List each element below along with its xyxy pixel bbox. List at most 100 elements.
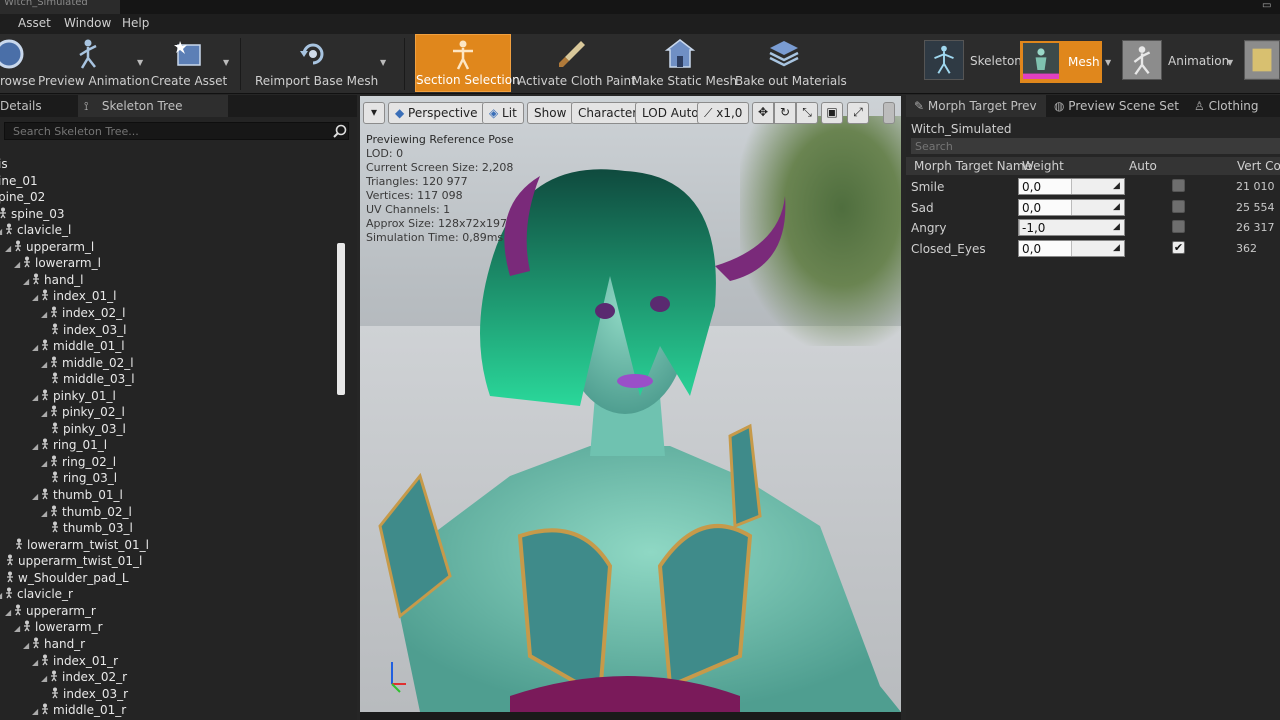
rotate-icon[interactable]: ↻ [774, 102, 796, 124]
search-icon[interactable] [333, 124, 347, 138]
morph-weight-value[interactable]: 0,0 [1022, 180, 1041, 194]
window-control-icon[interactable]: ▭ [1262, 0, 1276, 11]
tree-node[interactable]: ◢clavicle_l [0, 223, 71, 239]
resize-grip-icon[interactable]: ◢ [1113, 243, 1122, 254]
tree-node[interactable]: ◢clavicle_r [0, 587, 73, 603]
lit-button[interactable]: ◈ Lit [482, 102, 524, 124]
auto-checkbox[interactable]: ✔ [1172, 241, 1185, 255]
morph-target-row[interactable]: Sad 0,0 ◢ 25 554 [906, 198, 1280, 218]
tree-node[interactable]: thumb_03_l [50, 521, 133, 537]
character-button[interactable]: Character [571, 102, 645, 124]
playback-speed-button[interactable]: ⟋ x1,0 [697, 102, 750, 124]
activate-cloth-paint-button[interactable]: Activate Cloth Paint [518, 34, 636, 92]
expand-arrow-icon[interactable]: ◢ [41, 310, 49, 319]
section-selection-button[interactable]: Section Selection [415, 34, 520, 92]
resize-grip-icon[interactable]: ◢ [1113, 222, 1122, 233]
mode-mesh[interactable]: Mesh [1020, 41, 1102, 83]
show-button[interactable]: Show [527, 102, 574, 124]
morph-target-row[interactable]: Angry -1,0 ◢ 26 317 [906, 218, 1280, 238]
mode-skeleton[interactable]: Skeleton [924, 40, 1022, 84]
tab-clothing[interactable]: ♙ Clothing [1194, 95, 1280, 117]
menu-asset[interactable]: Asset [18, 16, 51, 30]
morph-weight-slider[interactable]: 0,0 ◢ [1018, 240, 1125, 258]
mesh-mode-dropdown-icon[interactable]: ▼ [1105, 58, 1111, 67]
menu-help[interactable]: Help [122, 16, 149, 30]
expand-arrow-icon[interactable]: ◢ [32, 658, 40, 667]
auto-checkbox[interactable] [1172, 179, 1185, 192]
create-asset-button[interactable]: Create Asset [150, 34, 228, 92]
viewport-scroll-handle[interactable] [883, 102, 895, 124]
expand-arrow-icon[interactable]: ◢ [23, 277, 31, 286]
column-morph-target-name[interactable]: Morph Target Name [914, 159, 1032, 173]
tree-node[interactable]: ◢ pinky_02_l [41, 405, 125, 421]
expand-arrow-icon[interactable]: ◢ [14, 624, 22, 633]
maximize-viewport-icon[interactable]: ⤢ [847, 102, 869, 124]
preview-animation-dropdown-icon[interactable]: ▼ [137, 58, 143, 67]
morph-weight-slider[interactable]: 0,0 ◢ [1018, 198, 1125, 216]
tree-node[interactable]: index_03_l [50, 323, 126, 339]
tree-node[interactable]: pine_02 [0, 190, 45, 206]
tree-node[interactable]: ◢ pinky_01_l [32, 389, 116, 405]
column-weight[interactable]: Weight [1022, 159, 1064, 173]
reimport-base-mesh-button[interactable]: Reimport Base Mesh [255, 34, 378, 92]
mode-animation[interactable]: Animation [1122, 40, 1234, 84]
tree-node[interactable]: ◢ index_02_l [41, 306, 125, 322]
tree-node[interactable]: index_03_r [50, 687, 128, 703]
tree-scrollbar[interactable] [337, 243, 345, 395]
tab-morph-target-preview[interactable]: ✎ Morph Target Prev [906, 95, 1046, 117]
lod-button[interactable]: LOD Auto [635, 102, 706, 124]
tab-preview-scene-settings[interactable]: ◍ Preview Scene Set [1054, 95, 1184, 117]
skeleton-tree-search-input[interactable] [4, 122, 349, 140]
auto-checkbox[interactable] [1172, 220, 1185, 234]
tree-node[interactable]: ◢ index_02_r [41, 670, 127, 686]
resize-grip-icon[interactable]: ◢ [1113, 181, 1122, 192]
preview-animation-button[interactable]: Preview Animation [38, 34, 150, 92]
create-asset-dropdown-icon[interactable]: ▼ [223, 58, 229, 67]
morph-weight-value[interactable]: 0,0 [1022, 201, 1041, 215]
morph-weight-value[interactable]: -1,0 [1022, 221, 1045, 235]
column-auto[interactable]: Auto [1129, 159, 1157, 173]
tree-node[interactable]: ine_01 [0, 174, 38, 190]
tree-node[interactable]: ◢ upperarm_l [5, 240, 94, 256]
tree-node[interactable]: ◢ hand_l [23, 273, 84, 289]
tree-node[interactable]: ◢ index_01_l [32, 289, 116, 305]
tab-details[interactable]: Details [0, 95, 76, 117]
expand-arrow-icon[interactable]: ◢ [32, 293, 40, 302]
tab-skeleton-tree[interactable]: ⟟ Skeleton Tree [78, 95, 228, 117]
expand-arrow-icon[interactable]: ◢ [32, 442, 40, 451]
viewport-options-button[interactable]: ▾ [363, 102, 385, 124]
expand-arrow-icon[interactable]: ◢ [41, 360, 49, 369]
tree-node[interactable]: ◢ ring_02_l [41, 455, 116, 471]
tree-node[interactable]: ◢ index_01_r [32, 654, 118, 670]
tree-node[interactable]: ◢ middle_02_l [41, 356, 134, 372]
tree-node[interactable]: pinky_03_l [50, 422, 126, 438]
translate-icon[interactable]: ✥ [752, 102, 774, 124]
expand-arrow-icon[interactable]: ◢ [23, 641, 31, 650]
expand-arrow-icon[interactable]: ◢ [32, 707, 40, 716]
tree-node[interactable]: ◢ ring_01_l [32, 438, 107, 454]
bake-out-materials-button[interactable]: Bake out Materials [735, 34, 847, 92]
morph-target-row[interactable]: Smile 0,0 ◢ 21 010 [906, 177, 1280, 197]
morph-weight-value[interactable]: 0,0 [1022, 242, 1041, 256]
animation-mode-dropdown-icon[interactable]: ▼ [1227, 58, 1233, 67]
camera-speed-icon[interactable]: ▣ [821, 102, 843, 124]
tree-node[interactable]: upperarm_twist_01_l [5, 554, 142, 570]
tree-node[interactable]: spine_03 [0, 207, 64, 223]
expand-arrow-icon[interactable]: ◢ [14, 260, 22, 269]
expand-arrow-icon[interactable]: ◢ [32, 492, 40, 501]
morph-target-row[interactable]: Closed_Eyes 0,0 ◢ ✔ 362 [906, 239, 1280, 259]
browse-button[interactable]: rowse [0, 34, 35, 92]
expand-arrow-icon[interactable]: ◢ [32, 393, 40, 402]
tree-node[interactable]: ◢ lowerarm_l [14, 256, 101, 272]
morph-weight-slider[interactable]: -1,0 ◢ [1018, 219, 1125, 237]
preview-viewport[interactable]: ▾ ◆ Perspective ◈ Lit Show Character LOD… [360, 96, 901, 712]
expand-arrow-icon[interactable]: ◢ [41, 674, 49, 683]
expand-arrow-icon[interactable]: ◢ [41, 409, 49, 418]
mode-physics[interactable] [1244, 40, 1280, 84]
expand-arrow-icon[interactable]: ◢ [32, 343, 40, 352]
tree-node[interactable]: ring_03_l [50, 471, 117, 487]
resize-grip-icon[interactable]: ◢ [1113, 202, 1122, 213]
auto-checkbox[interactable] [1172, 199, 1185, 213]
morph-search-input[interactable] [911, 138, 1280, 154]
tree-node[interactable]: ◢ middle_01_l [32, 339, 125, 355]
